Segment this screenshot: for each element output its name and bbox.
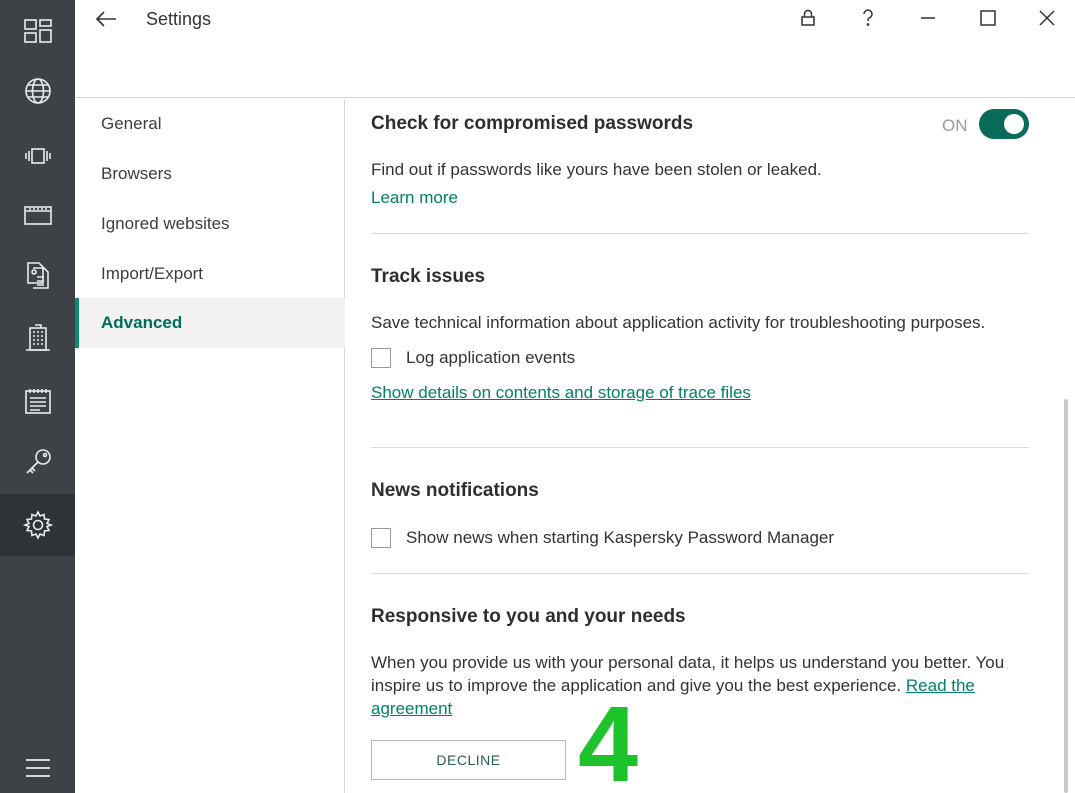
back-arrow-icon[interactable] xyxy=(91,4,121,34)
nav-item-general[interactable]: General xyxy=(75,99,345,149)
app-rail xyxy=(0,0,75,793)
settings-content: Check for compromised passwords ON Find … xyxy=(346,99,1075,793)
section-title-news: News notifications xyxy=(371,480,539,501)
compromised-description: Find out if passwords like yours have be… xyxy=(371,160,822,179)
log-events-checkbox-row[interactable]: Log application events xyxy=(371,348,575,368)
compromised-passwords-toggle[interactable] xyxy=(979,109,1029,139)
step-number-overlay: 4 xyxy=(578,683,639,793)
globe-icon[interactable] xyxy=(0,60,75,122)
news-checkbox[interactable] xyxy=(371,528,391,548)
divider xyxy=(371,233,1029,234)
settings-nav: General Browsers Ignored websites Import… xyxy=(75,99,345,793)
building-icon[interactable] xyxy=(0,307,75,369)
minimize-icon[interactable] xyxy=(911,3,945,33)
read-agreement-link-part2[interactable]: agreement xyxy=(371,699,452,718)
log-events-checkbox[interactable] xyxy=(371,348,391,368)
read-agreement-link-part1[interactable]: Read the xyxy=(906,676,975,695)
hamburger-menu-icon[interactable] xyxy=(0,742,75,793)
help-icon[interactable] xyxy=(851,3,885,33)
responsive-description: When you provide us with your personal d… xyxy=(371,651,1031,720)
divider xyxy=(371,573,1029,574)
notes-icon[interactable] xyxy=(0,370,75,432)
gear-icon[interactable] xyxy=(0,494,75,556)
close-icon[interactable] xyxy=(1030,3,1064,33)
lock-icon[interactable] xyxy=(791,3,825,33)
track-issues-description: Save technical information about applica… xyxy=(371,313,986,332)
page-title: Settings xyxy=(146,9,212,29)
toggle-state-label: ON xyxy=(942,116,968,135)
toggle-knob xyxy=(1004,114,1024,134)
section-title-track-issues: Track issues xyxy=(371,266,486,287)
news-checkbox-row[interactable]: Show news when starting Kaspersky Passwo… xyxy=(371,528,834,548)
log-events-label: Log application events xyxy=(406,348,576,367)
nav-item-import-export[interactable]: Import/Export xyxy=(75,249,345,299)
section-title-compromised: Check for compromised passwords xyxy=(371,113,694,134)
section-title-responsive: Responsive to you and your needs xyxy=(371,606,686,627)
title-bar: Settings xyxy=(75,0,1075,98)
news-label: Show news when starting Kaspersky Passwo… xyxy=(406,528,835,547)
scrollbar[interactable] xyxy=(1064,399,1068,793)
key-icon[interactable] xyxy=(0,431,75,493)
learn-more-link[interactable]: Learn more xyxy=(371,186,458,209)
maximize-icon[interactable] xyxy=(971,3,1005,33)
divider xyxy=(371,447,1029,448)
nav-item-advanced[interactable]: Advanced xyxy=(75,298,345,348)
trace-files-details-link[interactable]: Show details on contents and storage of … xyxy=(371,381,751,404)
dashboard-icon[interactable] xyxy=(0,0,75,62)
card-icon[interactable] xyxy=(0,184,75,246)
documents-icon[interactable] xyxy=(0,244,75,306)
apps-icon[interactable] xyxy=(0,125,75,187)
nav-item-ignored-websites[interactable]: Ignored websites xyxy=(75,199,345,249)
nav-item-browsers[interactable]: Browsers xyxy=(75,149,345,199)
decline-button[interactable]: DECLINE xyxy=(371,740,566,780)
